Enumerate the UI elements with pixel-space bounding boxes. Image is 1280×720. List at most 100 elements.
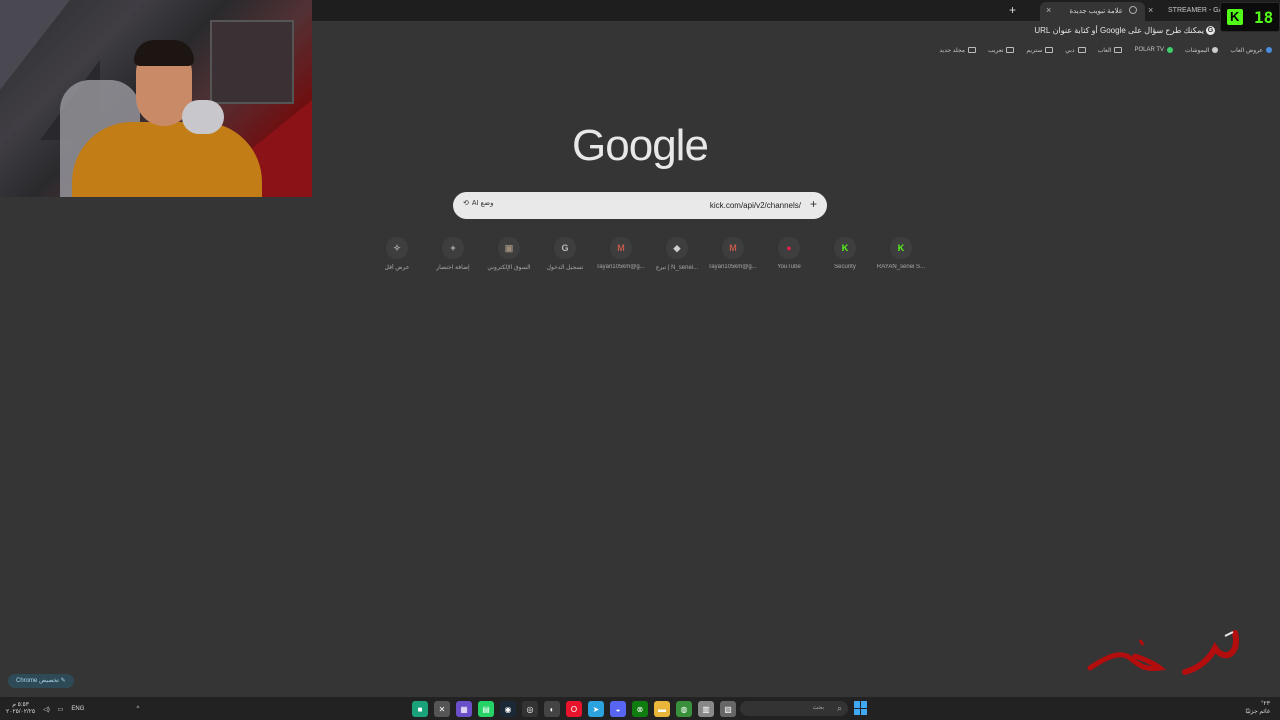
- shortcut-label: السوق الإلكتروني: [487, 265, 531, 271]
- obs-icon[interactable]: ◎: [522, 701, 538, 717]
- shortcut-icon: +: [442, 237, 464, 259]
- ai-mode-button[interactable]: وضع AI ⟲: [463, 199, 494, 207]
- search-box[interactable]: + وضع AI ⟲: [453, 192, 827, 219]
- shortcut-label: YouTube: [777, 264, 801, 270]
- shortcut-icon: ▣: [498, 237, 520, 259]
- shortcut-tile[interactable]: ✧ عرض أقل: [369, 237, 425, 271]
- bookmark-item[interactable]: اليموشات: [1185, 44, 1219, 56]
- shortcut-label: تسجيل الدخول: [546, 265, 584, 271]
- xbox-icon[interactable]: ⊗: [632, 701, 648, 717]
- kick-viewer-badge: K 18: [1220, 2, 1280, 32]
- shortcut-tile[interactable]: Mrayan105km@g...: [705, 237, 761, 271]
- shortcut-icon: ✧: [386, 237, 408, 259]
- bookmarks-bar: مجلد جديد تعريب ستريم دبي العاب POLAR TV اليمو…: [939, 44, 1272, 56]
- weather-widget[interactable]: ٢٣° غائم جزئيًا: [1245, 700, 1270, 716]
- tab-new-tab[interactable]: علامة تبويب جديدة ×: [1040, 2, 1145, 21]
- language-indicator[interactable]: ENG: [71, 706, 84, 712]
- telegram-icon[interactable]: ➤: [588, 701, 604, 717]
- folder-icon: [1114, 47, 1123, 53]
- bookmark-label: عروض العاب: [1230, 47, 1263, 54]
- tray-expand-icon[interactable]: ^: [136, 706, 139, 712]
- discord-icon[interactable]: ◒: [610, 701, 626, 717]
- greenapp-icon[interactable]: ■: [412, 701, 428, 717]
- shortcut-tile[interactable]: ● YouTube: [761, 237, 817, 271]
- bookmark-item[interactable]: العاب: [1098, 44, 1123, 56]
- viewer-count: 18: [1254, 7, 1274, 27]
- explorer-icon[interactable]: ▬: [654, 701, 670, 717]
- taskbar-search[interactable]: بحث ⌕: [740, 701, 848, 716]
- shortcut-label: RAYAN_senei S...: [876, 264, 926, 270]
- shortcut-icon: ●: [778, 237, 800, 259]
- widgets-icon[interactable]: ▧: [720, 701, 736, 717]
- weather-desc: غائم جزئيًا: [1245, 709, 1270, 715]
- signature-watermark: [1087, 630, 1239, 675]
- shortcut-tile[interactable]: G تسجيل الدخول: [537, 237, 593, 271]
- folder-icon: [1045, 47, 1054, 53]
- shortcut-icon: ◆: [666, 237, 688, 259]
- bookmark-item[interactable]: مجلد جديد: [939, 44, 976, 56]
- shortcut-label: إضافة اختصار: [436, 265, 470, 271]
- shortcut-tile[interactable]: ▣ السوق الإلكتروني: [481, 237, 537, 271]
- bookmark-item[interactable]: تعريب: [987, 44, 1015, 56]
- bookmark-label: اليموشات: [1185, 47, 1210, 54]
- clock[interactable]: ٥:٥٣ م ٢٠٢٥/٠٢/٢٥: [6, 702, 35, 716]
- add-icon[interactable]: +: [810, 197, 817, 211]
- tab-streamer[interactable]: × STREAMER - GAM: [1148, 2, 1228, 19]
- shortcut-tile[interactable]: ◆ تبرع | N_senei...: [649, 237, 705, 271]
- bookmark-item[interactable]: عروض العاب: [1230, 44, 1272, 56]
- shortcut-tile[interactable]: K Security: [817, 237, 873, 271]
- epic-icon[interactable]: ◐: [544, 701, 560, 717]
- folder-icon: [967, 47, 976, 53]
- bookmark-item[interactable]: POLAR TV: [1134, 44, 1174, 56]
- bookmark-item[interactable]: دبي: [1065, 44, 1086, 56]
- whatsapp-icon[interactable]: ▤: [478, 701, 494, 717]
- clock-time: ٥:٥٣ م: [12, 702, 29, 708]
- bookmark-label: دبي: [1065, 47, 1075, 54]
- bookmark-label: تعريب: [987, 47, 1004, 54]
- speaker-icon[interactable]: ◁): [43, 706, 50, 713]
- shortcut-tile[interactable]: Mrayan105km@g...: [593, 237, 649, 271]
- bookmark-label: مجلد جديد: [939, 47, 965, 54]
- bookmark-label: POLAR TV: [1134, 47, 1165, 53]
- shortcut-icon: M: [722, 237, 744, 259]
- shortcut-icon: G: [554, 237, 576, 259]
- address-bar-placeholder[interactable]: يمكنك طرح سؤال على Google أو كتابة عنوان…: [1034, 26, 1204, 35]
- offer-icon: [1266, 47, 1272, 53]
- folder-icon: [1006, 47, 1015, 53]
- ai-mode-label: وضع AI: [471, 200, 494, 207]
- customize-chrome-button[interactable]: ✎ تخصيص Chrome: [8, 674, 74, 688]
- shortcut-tile[interactable]: K RAYAN_senei S...: [873, 237, 929, 271]
- taskbar-search-placeholder: بحث: [812, 705, 824, 711]
- shortcuts-grid: K RAYAN_senei S... K Security ● YouTube Mrayan…: [359, 237, 929, 271]
- notepad-icon[interactable]: ▥: [698, 701, 714, 717]
- shortcut-tile[interactable]: + إضافة اختصار: [425, 237, 481, 271]
- shortcut-label: rayan105km@g...: [709, 264, 757, 270]
- shortcut-icon: K: [834, 237, 856, 259]
- pin-icon: [1212, 47, 1219, 53]
- tab-favicon-icon: [1129, 6, 1137, 14]
- steam-icon[interactable]: ◉: [500, 701, 516, 717]
- grid-app-icon[interactable]: ▦: [456, 701, 472, 717]
- tab-title: STREAMER - GAM: [1168, 7, 1228, 14]
- opera-icon[interactable]: O: [566, 701, 582, 717]
- search-icon: ⌕: [836, 703, 842, 713]
- shortcut-icon: M: [610, 237, 632, 259]
- kick-logo-icon: K: [1226, 9, 1243, 25]
- weather-temp: ٢٣°: [1261, 701, 1270, 707]
- tab-close-icon[interactable]: ×: [1148, 2, 1153, 19]
- bookmark-label: العاب: [1097, 47, 1112, 54]
- xbox-bar-icon[interactable]: ✕: [434, 701, 450, 717]
- bookmark-item[interactable]: ستريم: [1026, 44, 1054, 56]
- windows-start-icon[interactable]: [854, 701, 868, 715]
- shortcut-label: تبرع | N_senei...: [655, 265, 699, 271]
- network-icon[interactable]: ▭: [58, 706, 64, 713]
- new-tab-button[interactable]: +: [1009, 3, 1016, 17]
- google-logo: Google: [572, 121, 709, 170]
- shortcut-label: عرض أقل: [384, 265, 410, 271]
- shortcut-label: Security: [834, 264, 856, 270]
- chrome-icon[interactable]: ◍: [676, 701, 692, 717]
- tab-close-icon[interactable]: ×: [1046, 2, 1051, 19]
- search-input[interactable]: [541, 198, 801, 212]
- polar-icon: [1167, 47, 1174, 53]
- bookmark-label: ستريم: [1026, 47, 1043, 54]
